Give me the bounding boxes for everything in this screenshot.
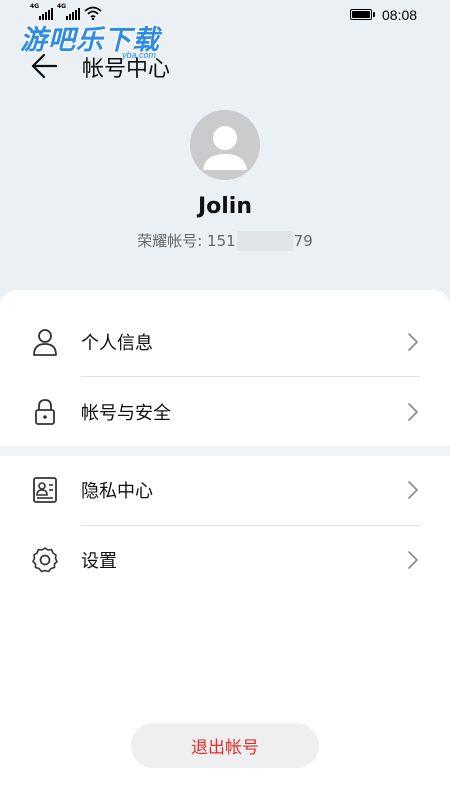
- network-type-label: 4G: [30, 3, 40, 10]
- account-id-suffix: 79: [293, 231, 313, 250]
- menu-item-label: 个人信息: [81, 333, 153, 354]
- account-id-prefix: 荣耀帐号: 151: [137, 232, 236, 250]
- avatar[interactable]: [190, 110, 260, 180]
- username: Jolin: [197, 194, 253, 219]
- account-id: 荣耀帐号: 151 79: [0, 230, 450, 251]
- battery-icon: [350, 9, 375, 20]
- network-type-label-2: 4G: [57, 3, 67, 10]
- divider: [81, 376, 420, 377]
- default-avatar-icon: [203, 126, 247, 170]
- menu-item-label: 帐号与安全: [81, 403, 171, 424]
- menu-item-account-security[interactable]: 帐号与安全: [0, 378, 450, 446]
- menu-item-label: 隐私中心: [81, 481, 153, 502]
- logout-button[interactable]: 退出帐号: [131, 723, 319, 768]
- group-separator: [0, 446, 450, 456]
- person-icon: [31, 328, 59, 356]
- menu-item-label: 设置: [81, 551, 117, 572]
- lock-icon: [31, 398, 59, 426]
- chevron-right-icon: [406, 550, 420, 570]
- menu-item-privacy-center[interactable]: 隐私中心: [0, 456, 450, 524]
- chevron-right-icon: [406, 402, 420, 422]
- status-time: 08:08: [382, 7, 418, 23]
- chevron-right-icon: [406, 332, 420, 352]
- watermark-sub: yba.com: [122, 50, 157, 60]
- menu-item-settings[interactable]: 设置: [0, 526, 450, 594]
- chevron-right-icon: [406, 480, 420, 500]
- gear-icon: [31, 546, 59, 574]
- account-id-mask: [236, 230, 293, 251]
- id-card-icon: [31, 476, 59, 504]
- menu-item-personal-info[interactable]: 个人信息: [0, 308, 450, 376]
